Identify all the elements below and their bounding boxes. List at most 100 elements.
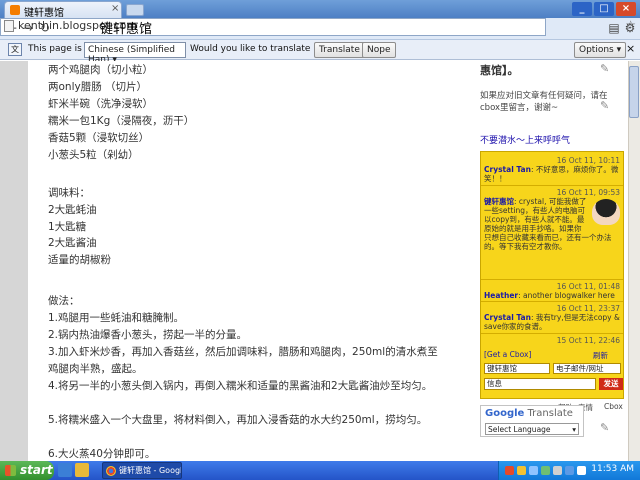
cbox-link[interactable]: Cbox — [604, 402, 623, 411]
tray-icon[interactable] — [505, 466, 514, 475]
address-bar[interactable]: kenthin.blogspot.com 键轩惠馆 ☆ — [0, 18, 636, 37]
message-field[interactable]: 信息 — [484, 378, 596, 390]
edit-widget-icon[interactable]: ✎ — [600, 62, 609, 75]
chat-divider — [481, 185, 623, 186]
blog-sidebar: 惠馆】。 ✎ 如果应对旧文章有任何疑问，请在cbox里留言，谢谢~ ✎ 不要潜水… — [478, 61, 628, 461]
chat-divider — [481, 301, 623, 302]
chat-time: 16 Oct 11, 01:48 — [556, 282, 620, 291]
tray-icon[interactable] — [529, 466, 538, 475]
minimize-button[interactable]: _ — [572, 2, 592, 16]
new-tab-button[interactable] — [126, 4, 144, 16]
chat-time: 15 Oct 11, 22:46 — [556, 336, 620, 345]
translate-icon: 文 — [8, 43, 22, 56]
chat-author[interactable]: 键轩惠馆 — [484, 197, 514, 206]
tab-title: 键轩惠馆 — [24, 8, 64, 19]
windows-logo-icon — [5, 465, 16, 476]
volume-icon[interactable] — [553, 466, 562, 475]
page-menu-icon[interactable]: ▤ — [606, 20, 622, 36]
start-label: start — [20, 463, 53, 477]
post-line: 3.加入虾米炒香，再加入香菇丝，然后加调味料，腊肠和鸡腿肉，250ml的清水煮至… — [48, 346, 438, 375]
post-line: 做法： — [48, 295, 80, 307]
cbox-chat-widget: 16 Oct 11, 10:11 Crystal Tan: 不好意思，麻烦你了。… — [480, 151, 624, 399]
post-line: 6.大火蒸40分钟即可。 — [48, 448, 156, 460]
system-tray: 11:53 AM — [498, 461, 640, 480]
tray-icon[interactable] — [541, 466, 550, 475]
blog-post-body: 两个鸡腿肉（切小粒） 两only腊肠 （切片） 虾米半碗（洗净浸软） 糯米一包1… — [48, 61, 448, 461]
tray-icon[interactable] — [577, 466, 586, 475]
options-button[interactable]: Options ▾ — [574, 42, 627, 58]
web-page-viewport: 两个鸡腿肉（切小粒） 两only腊肠 （切片） 虾米半碗（洗净浸软） 糯米一包1… — [0, 61, 628, 461]
chat-divider — [481, 279, 623, 280]
ie-icon[interactable] — [58, 463, 72, 477]
source-language-select[interactable]: Chinese (Simplified Han) ▾ — [84, 42, 186, 65]
quick-launch — [58, 463, 98, 478]
chat-message: 16 Oct 11, 10:11 Crystal Tan: 不好意思，麻烦你了。… — [484, 156, 620, 183]
edit-widget-icon[interactable]: ✎ — [600, 99, 609, 112]
tray-icon[interactable] — [517, 466, 526, 475]
chevron-down-icon: ▾ — [616, 45, 622, 55]
chat-message: 15 Oct 11, 22:46 — [481, 333, 623, 345]
maximize-button[interactable]: □ — [594, 2, 614, 16]
google-translate-widget: Google Translate Select Language ▾ — [480, 405, 584, 437]
post-line: 两only腊肠 （切片） — [48, 81, 148, 93]
post-line: 4.将另一半的小葱头倒入锅内，再倒入糯米和适量的黑酱油和2大匙酱油炒至均匀。 — [48, 380, 433, 392]
options-label: Options — [579, 45, 614, 55]
chevron-down-icon: ▾ — [572, 425, 576, 434]
chat-message: 16 Oct 11, 01:48 Heather: another blogwa… — [481, 279, 623, 300]
cartoon-avatar — [592, 199, 620, 225]
sidebar-heading-tail: 惠馆】。 — [480, 64, 519, 77]
get-cbox-link[interactable]: [Get a Cbox] — [484, 350, 531, 359]
chat-text: : another blogwalker here — [518, 291, 615, 300]
start-button[interactable]: start — [0, 461, 54, 480]
translate-word: Translate — [527, 408, 573, 419]
post-line: 调味料： — [48, 187, 90, 199]
translate-bar-close-icon[interactable]: × — [626, 42, 635, 55]
chat-author[interactable]: Heather — [484, 291, 518, 300]
browser-tab[interactable]: 键轩惠馆 × — [4, 1, 122, 19]
post-line: 2大匙酱油 — [48, 237, 97, 249]
tab-close-icon[interactable]: × — [111, 3, 119, 14]
wrench-menu-icon[interactable]: ⚙ — [622, 20, 638, 36]
post-line: 1.鸡腿用一些蚝油和糖腌制。 — [48, 312, 185, 324]
post-line: 2大匙蚝油 — [48, 204, 97, 216]
post-line: 虾米半碗（洗净浸软） — [48, 98, 153, 110]
folder-icon[interactable] — [75, 463, 89, 477]
send-button[interactable]: 发送 — [599, 378, 623, 390]
post-line: 糯米一包1Kg（浸隔夜，沥干） — [48, 115, 195, 127]
scrollbar-thumb[interactable] — [629, 66, 639, 118]
email-url-field[interactable]: 电子邮件/网址 — [553, 363, 621, 374]
edit-widget-icon[interactable]: ✎ — [600, 421, 609, 434]
page-left-margin — [0, 61, 28, 461]
refresh-link[interactable]: 刷新 — [593, 350, 608, 361]
google-translate-title: Google Translate — [485, 408, 573, 419]
post-line: 两个鸡腿肉（切小粒） — [48, 64, 153, 76]
chat-author[interactable]: Crystal Tan — [484, 165, 531, 174]
blogger-favicon-icon — [10, 5, 20, 15]
google-logo: Google — [485, 408, 525, 419]
name-field[interactable]: 键轩惠馆 — [484, 363, 550, 374]
select-language-dropdown[interactable]: Select Language ▾ — [485, 423, 579, 435]
chat-message: 16 Oct 11, 09:53 键轩惠馆: crystal, 可能我做了一些s… — [481, 185, 623, 251]
cbox-heading: 不要潜水～上来呼呼气 — [480, 136, 571, 146]
chrome-icon — [106, 466, 116, 476]
chat-message: 16 Oct 11, 23:37 Crystal Tan: 我有try,但是无法… — [481, 301, 623, 331]
taskbar-item-label: 键轩惠馆 - Google C... — [119, 466, 181, 475]
post-line: 适量的胡椒粉 — [48, 254, 111, 266]
translate-button[interactable]: Translate — [314, 42, 365, 58]
chat-divider — [481, 333, 623, 334]
post-line: 小葱头5粒（剁幼） — [48, 149, 139, 161]
taskbar-clock: 11:53 AM — [591, 464, 634, 474]
translate-infobar: 文 This page is in Chinese (Simplified Ha… — [0, 40, 640, 65]
taskbar-item-chrome[interactable]: 键轩惠馆 - Google C... — [102, 462, 182, 479]
chat-time: 16 Oct 11, 23:37 — [556, 304, 620, 313]
select-language-value: Select Language — [488, 425, 551, 434]
chat-author[interactable]: Crystal Tan — [484, 313, 531, 322]
chat-text: : crystal, 可能我做了一些setting，有些人的电脑可以copy到，… — [484, 197, 612, 251]
network-icon[interactable] — [565, 466, 574, 475]
close-window-button[interactable]: × — [616, 2, 636, 16]
post-line: 1大匙糖 — [48, 221, 87, 233]
post-line: 5.将糯米盛入一个大盘里，将材料倒入，再加入浸香菇的水大约250ml，捞均匀。 — [48, 414, 428, 426]
vertical-scrollbar[interactable] — [628, 61, 640, 461]
page-icon — [4, 20, 14, 32]
nope-button[interactable]: Nope — [362, 42, 396, 58]
